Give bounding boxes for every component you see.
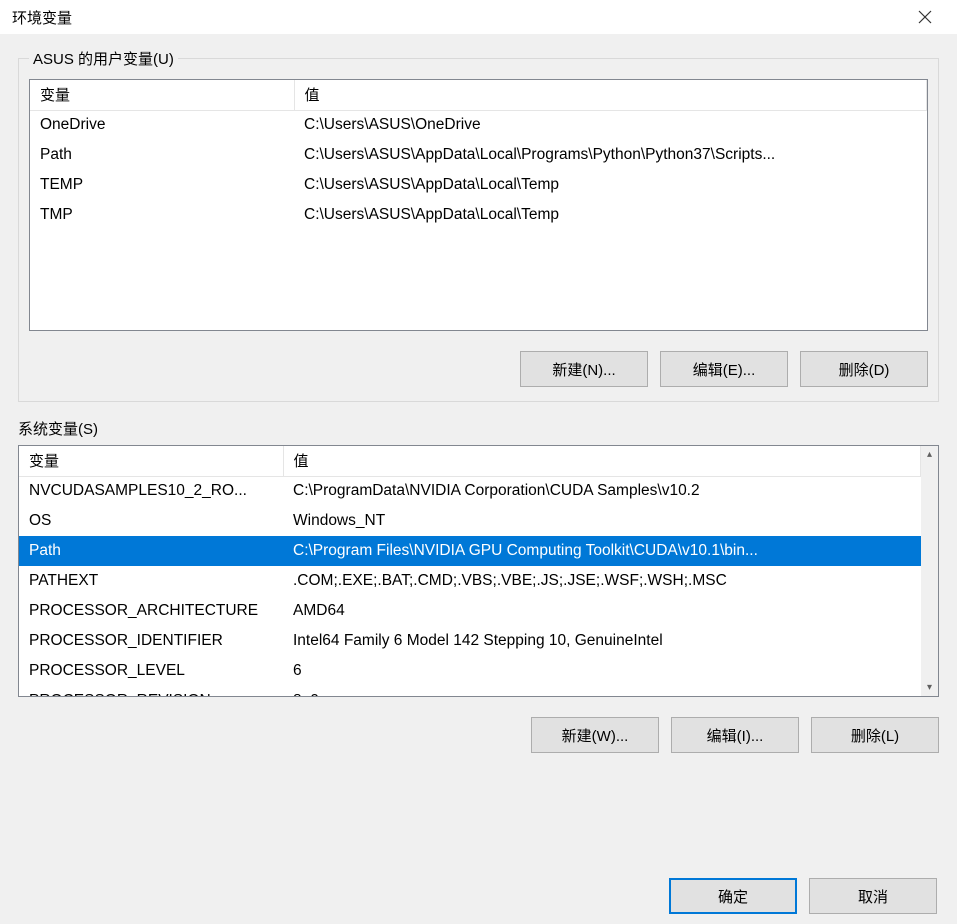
table-row[interactable]: PathC:\Program Files\NVIDIA GPU Computin… bbox=[19, 536, 921, 566]
table-row[interactable]: PATHEXT.COM;.EXE;.BAT;.CMD;.VBS;.VBE;.JS… bbox=[19, 566, 921, 596]
ok-button[interactable]: 确定 bbox=[669, 878, 797, 914]
close-icon bbox=[918, 10, 932, 24]
scroll-down-icon[interactable]: ▾ bbox=[921, 679, 938, 696]
table-row[interactable]: PROCESSOR_IDENTIFIERIntel64 Family 6 Mod… bbox=[19, 626, 921, 656]
table-row[interactable]: PROCESSOR_ARCHITECTUREAMD64 bbox=[19, 596, 921, 626]
cell-var: TMP bbox=[30, 200, 294, 230]
system-group-legend: 系统变量(S) bbox=[18, 418, 939, 439]
cell-var: PROCESSOR_REVISION bbox=[19, 686, 283, 697]
user-col-var[interactable]: 变量 bbox=[30, 80, 294, 110]
cell-val: Windows_NT bbox=[283, 506, 921, 536]
table-row[interactable]: PROCESSOR_REVISION8e0a bbox=[19, 686, 921, 697]
window-title: 环境变量 bbox=[12, 7, 72, 28]
system-variables-table[interactable]: 变量 值 NVCUDASAMPLES10_2_RO...C:\ProgramDa… bbox=[18, 445, 939, 697]
table-row[interactable]: TEMPC:\Users\ASUS\AppData\Local\Temp bbox=[30, 170, 927, 200]
cell-val: 6 bbox=[283, 656, 921, 686]
close-button[interactable] bbox=[905, 3, 945, 31]
system-button-row: 新建(W)... 编辑(I)... 删除(L) bbox=[18, 717, 939, 753]
table-row[interactable]: NVCUDASAMPLES10_2_RO...C:\ProgramData\NV… bbox=[19, 476, 921, 506]
user-new-button[interactable]: 新建(N)... bbox=[520, 351, 648, 387]
cell-val: 8e0a bbox=[283, 686, 921, 697]
cell-val: C:\ProgramData\NVIDIA Corporation\CUDA S… bbox=[283, 476, 921, 506]
cell-var: PROCESSOR_ARCHITECTURE bbox=[19, 596, 283, 626]
cell-val: C:\Users\ASUS\AppData\Local\Temp bbox=[294, 200, 927, 230]
cell-val: C:\Users\ASUS\AppData\Local\Programs\Pyt… bbox=[294, 140, 927, 170]
scroll-up-icon[interactable]: ▴ bbox=[921, 446, 938, 463]
user-button-row: 新建(N)... 编辑(E)... 删除(D) bbox=[29, 351, 928, 387]
title-bar: 环境变量 bbox=[0, 0, 957, 34]
table-row[interactable]: TMPC:\Users\ASUS\AppData\Local\Temp bbox=[30, 200, 927, 230]
table-row[interactable]: OneDriveC:\Users\ASUS\OneDrive bbox=[30, 110, 927, 140]
user-col-val[interactable]: 值 bbox=[294, 80, 927, 110]
cell-var: OS bbox=[19, 506, 283, 536]
cell-var: PATHEXT bbox=[19, 566, 283, 596]
cell-val: C:\Users\ASUS\OneDrive bbox=[294, 110, 927, 140]
system-delete-button[interactable]: 删除(L) bbox=[811, 717, 939, 753]
cell-var: Path bbox=[30, 140, 294, 170]
sys-col-val[interactable]: 值 bbox=[283, 446, 921, 476]
cell-var: TEMP bbox=[30, 170, 294, 200]
cell-val: Intel64 Family 6 Model 142 Stepping 10, … bbox=[283, 626, 921, 656]
system-variables-group: 系统变量(S) 变量 值 NVCUDASAMPLES10_2_RO...C:\P… bbox=[18, 418, 939, 753]
cell-var: Path bbox=[19, 536, 283, 566]
system-edit-button[interactable]: 编辑(I)... bbox=[671, 717, 799, 753]
cell-val: C:\Program Files\NVIDIA GPU Computing To… bbox=[283, 536, 921, 566]
user-delete-button[interactable]: 删除(D) bbox=[800, 351, 928, 387]
scroll-track[interactable] bbox=[921, 463, 938, 679]
table-row[interactable]: PROCESSOR_LEVEL6 bbox=[19, 656, 921, 686]
table-row[interactable]: OSWindows_NT bbox=[19, 506, 921, 536]
sys-scrollbar[interactable]: ▴ ▾ bbox=[921, 446, 938, 696]
cell-var: NVCUDASAMPLES10_2_RO... bbox=[19, 476, 283, 506]
user-group-legend: ASUS 的用户变量(U) bbox=[29, 48, 178, 69]
cell-var: PROCESSOR_LEVEL bbox=[19, 656, 283, 686]
user-edit-button[interactable]: 编辑(E)... bbox=[660, 351, 788, 387]
user-variables-table[interactable]: 变量 值 OneDriveC:\Users\ASUS\OneDrivePathC… bbox=[29, 79, 928, 331]
cell-val: .COM;.EXE;.BAT;.CMD;.VBS;.VBE;.JS;.JSE;.… bbox=[283, 566, 921, 596]
table-row[interactable]: PathC:\Users\ASUS\AppData\Local\Programs… bbox=[30, 140, 927, 170]
cell-var: PROCESSOR_IDENTIFIER bbox=[19, 626, 283, 656]
cancel-button[interactable]: 取消 bbox=[809, 878, 937, 914]
cell-val: C:\Users\ASUS\AppData\Local\Temp bbox=[294, 170, 927, 200]
user-variables-group: ASUS 的用户变量(U) 变量 值 OneDriveC:\Users\ASUS… bbox=[18, 48, 939, 402]
system-new-button[interactable]: 新建(W)... bbox=[531, 717, 659, 753]
cell-val: AMD64 bbox=[283, 596, 921, 626]
dialog-content: ASUS 的用户变量(U) 变量 值 OneDriveC:\Users\ASUS… bbox=[0, 34, 957, 924]
cell-var: OneDrive bbox=[30, 110, 294, 140]
dialog-button-row: 确定 取消 bbox=[18, 866, 939, 914]
sys-col-var[interactable]: 变量 bbox=[19, 446, 283, 476]
